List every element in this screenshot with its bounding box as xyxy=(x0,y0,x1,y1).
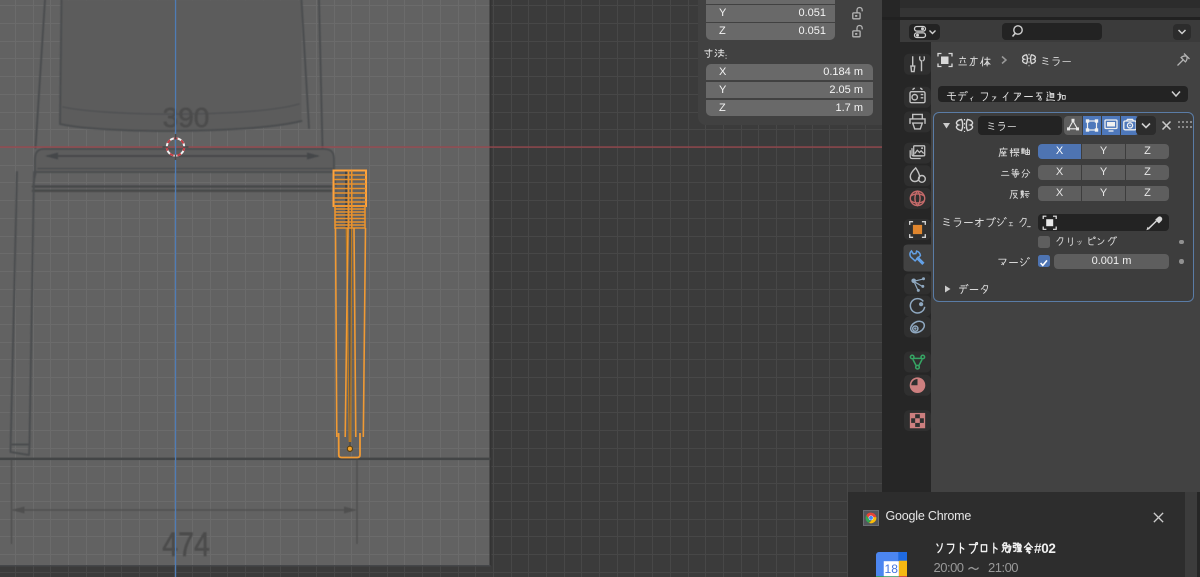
svg-text:18: 18 xyxy=(884,562,898,576)
svg-text:390: 390 xyxy=(163,102,210,133)
svg-text:474: 474 xyxy=(162,526,210,564)
